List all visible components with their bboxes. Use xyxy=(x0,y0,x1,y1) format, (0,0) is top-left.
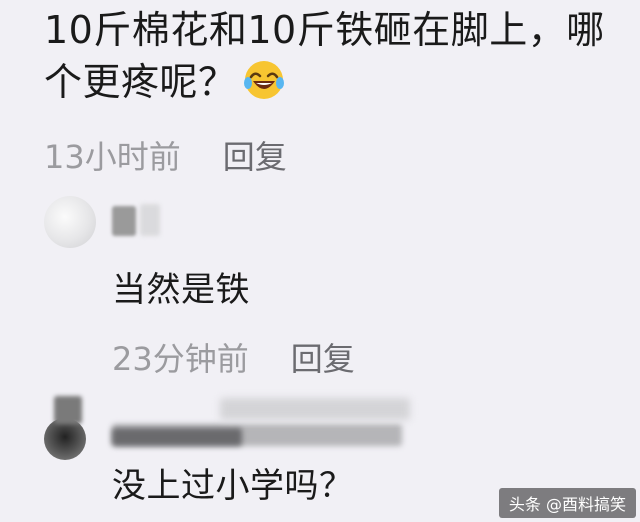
reply2-text: 没上过小学吗？ xyxy=(112,466,354,506)
reply1-username-blurred[interactable] xyxy=(112,206,136,236)
reply2-username-blurred-dark xyxy=(112,428,242,446)
main-comment-time: 13小时前 xyxy=(44,138,181,176)
reply2-username-blurred-top xyxy=(220,398,410,420)
laughing-tears-emoji-icon xyxy=(243,59,285,101)
watermark: 头条 @酉料搞笑 xyxy=(498,488,636,518)
reply2-avatar[interactable] xyxy=(44,418,86,460)
reply1-reply-button[interactable]: 回复 xyxy=(291,334,355,380)
reply1-text: 当然是铁 xyxy=(112,270,250,310)
main-comment-meta: 13小时前 回复 xyxy=(44,132,287,178)
main-comment-text: 10斤棉花和10斤铁砸在脚上，哪 个更疼呢？ xyxy=(44,4,634,108)
main-reply-button[interactable]: 回复 xyxy=(223,132,287,178)
main-comment-line1: 10斤棉花和10斤铁砸在脚上，哪 xyxy=(44,8,605,52)
reply1-time: 23分钟前 xyxy=(112,340,249,378)
reply1-username-blurred-tail xyxy=(140,204,160,236)
main-comment: 10斤棉花和10斤铁砸在脚上，哪 个更疼呢？ xyxy=(44,4,634,108)
reply1-meta: 23分钟前 回复 xyxy=(112,334,355,380)
main-comment-line2: 个更疼呢？ xyxy=(44,60,237,104)
reply2-avatar-blur xyxy=(54,396,82,424)
reply1-avatar[interactable] xyxy=(44,196,96,248)
